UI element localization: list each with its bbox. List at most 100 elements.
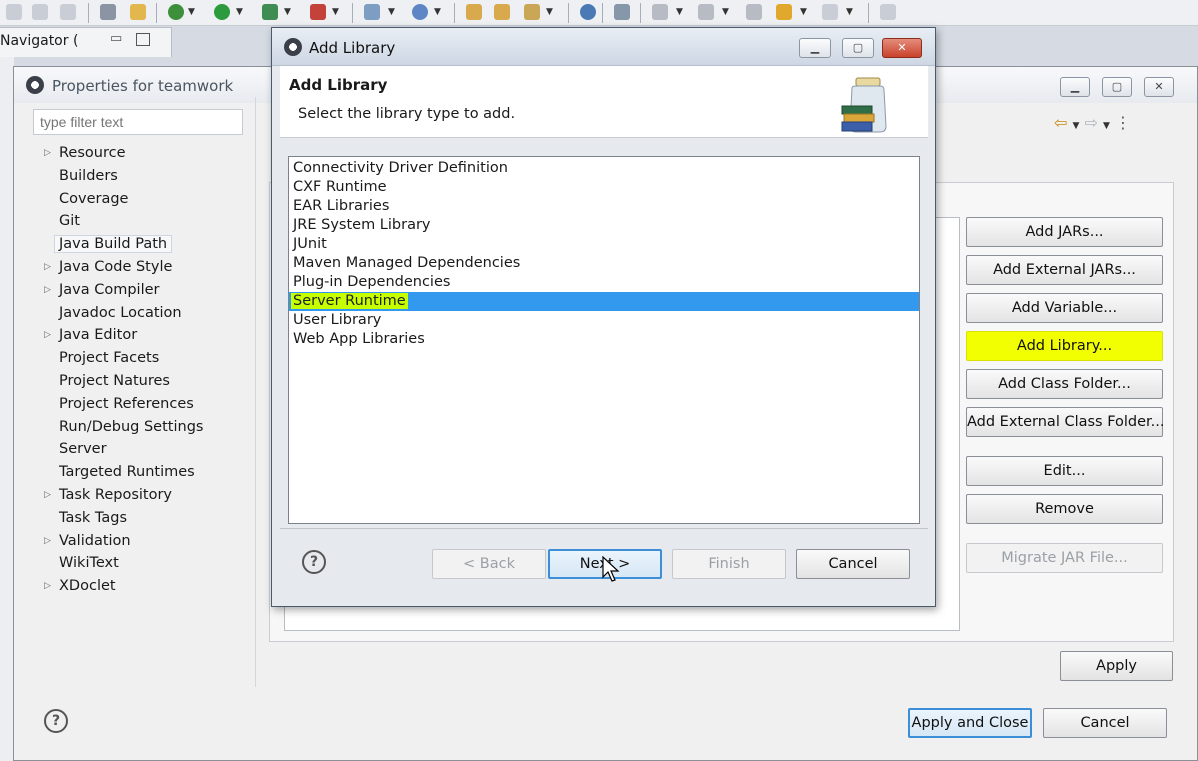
library-type-label: User Library <box>293 312 382 328</box>
expand-arrow-icon[interactable]: ▷ <box>44 142 51 165</box>
back-button[interactable]: < Back <box>432 549 546 579</box>
eclipse-icon <box>26 76 44 94</box>
external-tools-icon[interactable] <box>310 4 326 20</box>
previous-annotation-icon[interactable] <box>698 4 714 20</box>
splitter[interactable] <box>255 97 256 687</box>
next-annotation-icon[interactable] <box>652 4 668 20</box>
tree-item-label: Java Build Path <box>54 235 173 254</box>
expand-arrow-icon[interactable]: ▷ <box>44 530 51 553</box>
tree-item[interactable]: Targeted Runtimes <box>24 461 259 484</box>
back-icon[interactable] <box>776 4 792 20</box>
library-type-label: Server Runtime <box>291 293 408 309</box>
tree-item[interactable]: ▷ Java Editor <box>24 324 259 347</box>
open-task-icon[interactable] <box>494 4 510 20</box>
format-icon[interactable] <box>100 4 116 20</box>
library-type-item[interactable]: CXF Runtime <box>289 178 919 197</box>
new-server-icon[interactable] <box>364 4 380 20</box>
view-menu-icon[interactable]: ⋮ <box>1115 113 1131 132</box>
close-button[interactable]: ✕ <box>1144 77 1174 97</box>
expand-arrow-icon[interactable]: ▷ <box>44 575 51 598</box>
forward-icon[interactable] <box>822 4 838 20</box>
tree-item[interactable]: ▷ Task Repository <box>24 484 259 507</box>
last-edit-icon[interactable] <box>746 4 762 20</box>
maximize-icon[interactable] <box>136 33 150 46</box>
tree-item-label: Java Code Style <box>59 258 173 275</box>
back-arrow-icon[interactable]: ⇦ <box>1054 113 1067 132</box>
apply-and-close-button[interactable]: Apply and Close <box>908 708 1032 738</box>
remove-button[interactable]: Remove <box>966 494 1163 524</box>
add-jars-button[interactable]: Add JARs... <box>966 217 1163 247</box>
add-variable-button[interactable]: Add Variable... <box>966 293 1163 323</box>
tree-item[interactable]: ▷ Validation <box>24 530 259 553</box>
tree-item[interactable]: ▷ XDoclet <box>24 575 259 598</box>
tree-item[interactable]: Server <box>24 438 259 461</box>
tree-item[interactable]: Git <box>24 210 259 233</box>
new-java-class-icon[interactable] <box>412 4 428 20</box>
expand-arrow-icon[interactable]: ▷ <box>44 256 51 279</box>
library-type-item[interactable]: Connectivity Driver Definition <box>289 159 919 178</box>
library-type-item[interactable]: Web App Libraries <box>289 330 919 349</box>
expand-arrow-icon[interactable]: ▷ <box>44 324 51 347</box>
history-arrows[interactable]: ⇦ ▼ ⇨ ▼ ⋮ <box>1054 113 1131 132</box>
tree-item[interactable]: Coverage <box>24 188 259 211</box>
annotation-icon[interactable] <box>524 4 540 20</box>
library-type-item[interactable]: Maven Managed Dependencies <box>289 254 919 273</box>
tree-item[interactable]: ▷ Resource <box>24 142 259 165</box>
open-type-icon[interactable] <box>466 4 482 20</box>
tree-item[interactable]: Project References <box>24 393 259 416</box>
minimize-button[interactable]: ▁ <box>1060 77 1090 97</box>
search-history-icon[interactable] <box>60 4 76 20</box>
forward-arrow-icon[interactable]: ⇨ <box>1085 113 1098 132</box>
globe-icon[interactable] <box>580 4 596 20</box>
wizard-icon[interactable] <box>130 4 146 20</box>
add-external-class-folder-button[interactable]: Add External Class Folder... <box>966 407 1165 437</box>
tree-item[interactable]: Run/Debug Settings <box>24 416 259 439</box>
help-icon[interactable]: ? <box>44 709 68 733</box>
minimize-icon[interactable]: ▭ <box>110 31 122 46</box>
maximize-button[interactable]: ▢ <box>842 38 874 58</box>
apply-button[interactable]: Apply <box>1060 651 1173 681</box>
library-type-item[interactable]: User Library <box>289 311 919 330</box>
expand-arrow-icon[interactable]: ▷ <box>44 484 51 507</box>
add-library-button[interactable]: Add Library... <box>966 331 1163 361</box>
tree-item[interactable]: Java Build Path <box>24 233 259 256</box>
edit-button[interactable]: Edit... <box>966 456 1163 486</box>
expand-arrow-icon[interactable]: ▷ <box>44 279 51 302</box>
help-icon[interactable]: ? <box>302 550 326 574</box>
run-icon[interactable] <box>214 4 230 20</box>
tree-item[interactable]: Task Tags <box>24 507 259 530</box>
debug-icon[interactable] <box>168 4 184 20</box>
library-type-item[interactable]: Plug-in Dependencies <box>289 273 919 292</box>
open-perspective-icon[interactable] <box>880 4 896 20</box>
tree-item-label: Resource <box>59 145 126 161</box>
tree-item-label: Project Facets <box>59 350 160 367</box>
tree-item[interactable]: Builders <box>24 165 259 188</box>
migrate-jar-button[interactable]: Migrate JAR File... <box>966 543 1163 573</box>
tree-item-label: Run/Debug Settings <box>59 418 204 435</box>
tree-item[interactable]: Javadoc Location <box>24 302 259 325</box>
tree-item[interactable]: ▷ Java Compiler <box>24 279 259 302</box>
tree-item[interactable]: Project Natures <box>24 370 259 393</box>
tree-item[interactable]: WikiText <box>24 552 259 575</box>
maximize-button[interactable]: ▢ <box>1102 77 1132 97</box>
add-external-jars-button[interactable]: Add External JARs... <box>966 255 1163 285</box>
forward-history-icon[interactable] <box>32 4 48 20</box>
back-history-icon[interactable] <box>6 4 22 20</box>
cancel-button[interactable]: Cancel <box>796 549 910 579</box>
tree-item[interactable]: Project Facets <box>24 347 259 370</box>
library-type-item[interactable]: JRE System Library <box>289 216 919 235</box>
close-button[interactable]: ✕ <box>882 38 922 58</box>
minimize-button[interactable]: ▁ <box>799 38 831 58</box>
add-class-folder-button[interactable]: Add Class Folder... <box>966 369 1163 399</box>
library-type-list[interactable]: Connectivity Driver Definition CXF Runtim… <box>288 156 920 524</box>
cancel-button[interactable]: Cancel <box>1043 708 1167 738</box>
finish-button[interactable]: Finish <box>672 549 786 579</box>
filter-input[interactable] <box>33 109 243 135</box>
pin-icon[interactable] <box>614 4 630 20</box>
library-type-item[interactable]: JUnit <box>289 235 919 254</box>
library-type-item[interactable]: Server Runtime <box>289 292 919 311</box>
tree-item[interactable]: ▷ Java Code Style <box>24 256 259 279</box>
coverage-icon[interactable] <box>262 4 278 20</box>
library-type-item[interactable]: EAR Libraries <box>289 197 919 216</box>
library-type-label: JRE System Library <box>293 217 431 233</box>
